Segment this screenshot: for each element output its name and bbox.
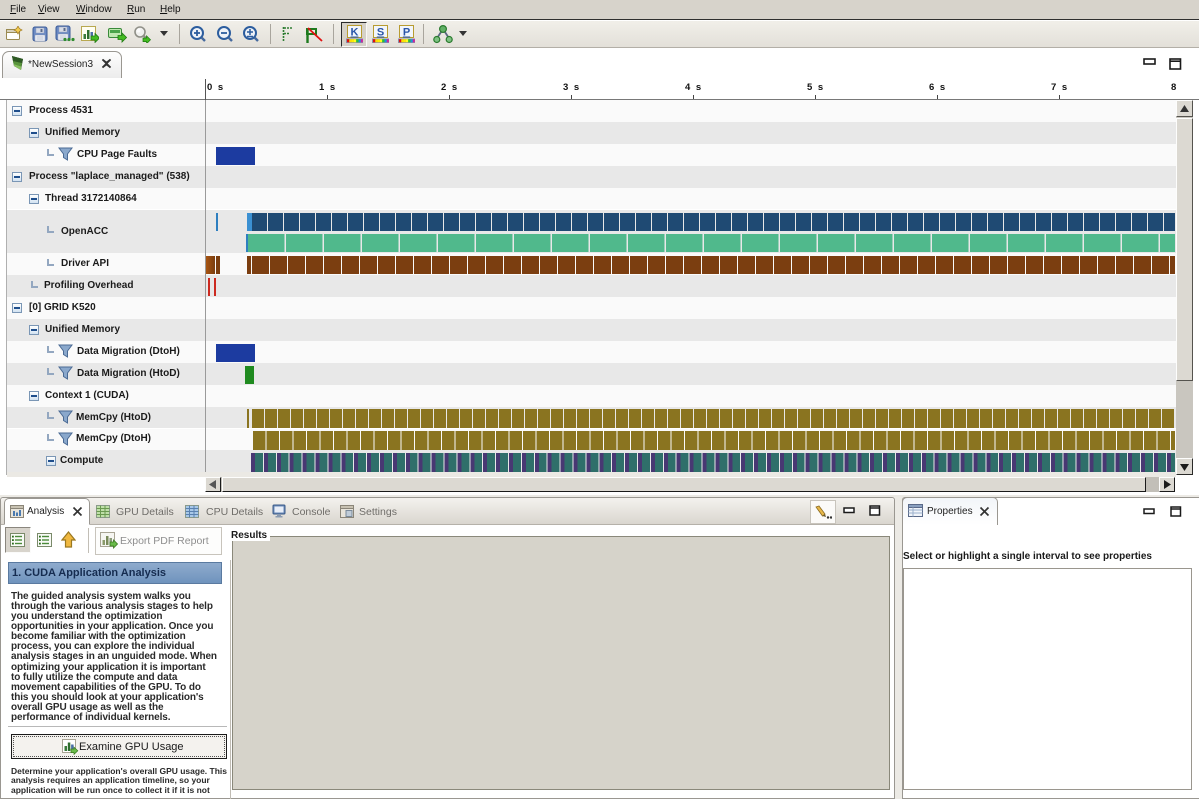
svg-text:K: K [351,27,359,39]
svg-text:P: P [403,27,410,39]
svg-text:S: S [377,27,384,39]
